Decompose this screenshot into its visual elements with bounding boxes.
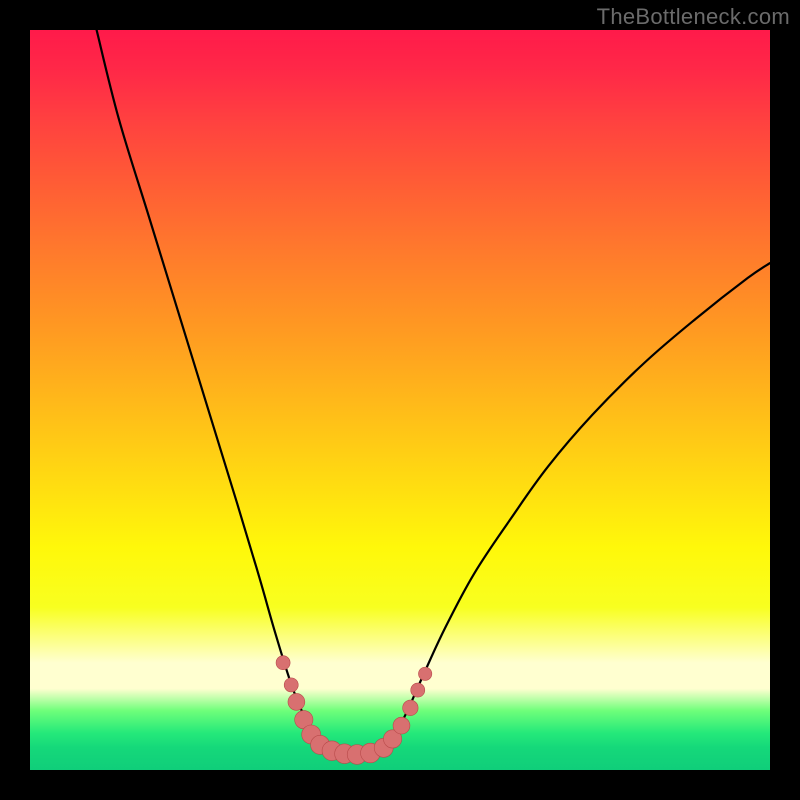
curve-marker <box>411 683 425 697</box>
curve-marker <box>288 693 305 710</box>
outer-frame: TheBottleneck.com <box>0 0 800 800</box>
curve-markers <box>276 656 432 765</box>
curve-marker <box>276 656 290 670</box>
chart-svg <box>30 30 770 770</box>
curve-marker <box>393 717 410 734</box>
curve-marker <box>418 667 431 680</box>
bottleneck-curve <box>97 30 770 755</box>
plot-area <box>30 30 770 770</box>
watermark-label: TheBottleneck.com <box>597 4 790 30</box>
curve-marker <box>284 678 298 692</box>
curve-marker <box>403 700 418 715</box>
